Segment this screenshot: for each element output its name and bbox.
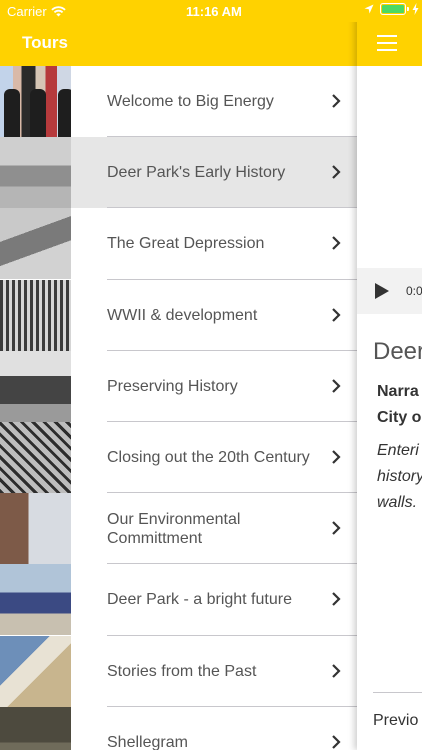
excerpt-line: Enteri bbox=[377, 442, 419, 459]
tour-item-preserving-history[interactable]: Preserving History bbox=[0, 350, 357, 422]
chevron-right-icon bbox=[332, 450, 341, 464]
tours-list: Welcome to Big Energy Deer Park's Early … bbox=[0, 66, 357, 750]
tour-thumbnail bbox=[0, 421, 71, 493]
tour-item-wwii[interactable]: WWII & development bbox=[0, 279, 357, 351]
wifi-icon bbox=[51, 6, 66, 17]
tour-item-label: The Great Depression bbox=[107, 235, 265, 253]
chevron-right-icon bbox=[332, 734, 341, 749]
tour-thumbnail bbox=[0, 635, 71, 707]
status-bar: Carrier 11:16 AM bbox=[0, 0, 422, 22]
side-menu: Tours Welcome to Big Energy Deer Park's … bbox=[0, 0, 357, 750]
chevron-right-icon bbox=[332, 378, 341, 393]
chevron-right-icon bbox=[332, 94, 341, 108]
status-right-group bbox=[364, 3, 419, 15]
chevron-right-icon bbox=[332, 307, 341, 322]
tour-item-label: Deer Park - a bright future bbox=[107, 591, 292, 609]
tour-item-bright-future[interactable]: Deer Park - a bright future bbox=[0, 564, 357, 636]
excerpt-line: history bbox=[377, 468, 422, 485]
tour-item-label: WWII & development bbox=[107, 306, 258, 324]
narrator-line: Narra bbox=[377, 383, 419, 400]
chevron-right-icon bbox=[332, 663, 341, 678]
tour-item-stories[interactable]: Stories from the Past bbox=[0, 635, 357, 707]
tour-thumbnail bbox=[0, 137, 71, 209]
narrator-text: Narra City o bbox=[377, 379, 421, 431]
chevron-right-icon bbox=[332, 521, 341, 535]
tour-item-early-history[interactable]: Deer Park's Early History bbox=[0, 137, 357, 209]
narrator-line: City o bbox=[377, 409, 422, 426]
tour-item-label: Our Environmental Committment bbox=[107, 510, 241, 547]
tour-thumbnail bbox=[0, 564, 71, 636]
article-title: Deer bbox=[373, 338, 422, 365]
battery-icon bbox=[380, 3, 409, 15]
menu-toggle-icon[interactable] bbox=[377, 35, 397, 51]
tour-item-shellegram[interactable]: Shellegram bbox=[0, 706, 357, 750]
tour-item-label: Deer Park's Early History bbox=[107, 164, 286, 182]
tour-item-label: Preserving History bbox=[107, 377, 238, 395]
tour-content-panel: 0:0 Deer Narra City o Enteri history wal… bbox=[357, 0, 422, 750]
carrier-label: Carrier bbox=[7, 4, 47, 19]
tour-item-20th-century[interactable]: Closing out the 20th Century bbox=[0, 421, 357, 494]
tour-thumbnail bbox=[0, 208, 71, 280]
audio-player: 0:0 bbox=[357, 268, 422, 314]
article-excerpt: Enteri history walls. bbox=[377, 438, 422, 516]
menu-header: Tours bbox=[0, 22, 357, 66]
previous-button[interactable]: Previo bbox=[373, 712, 418, 730]
status-time: 11:16 AM bbox=[186, 4, 242, 19]
tour-thumbnail bbox=[0, 706, 71, 750]
audio-elapsed-time: 0:0 bbox=[406, 284, 422, 298]
chevron-right-icon bbox=[332, 592, 341, 607]
tour-item-label: Welcome to Big Energy bbox=[107, 93, 274, 111]
content-divider bbox=[373, 692, 422, 693]
charging-bolt-icon bbox=[412, 3, 419, 15]
tour-thumbnail bbox=[0, 493, 71, 565]
tour-thumbnail bbox=[0, 279, 71, 351]
play-icon[interactable] bbox=[375, 283, 389, 299]
tour-item-great-depression[interactable]: The Great Depression bbox=[0, 208, 357, 280]
location-arrow-icon bbox=[364, 4, 374, 14]
carrier-indicator: Carrier bbox=[7, 4, 66, 19]
excerpt-line: walls. bbox=[377, 494, 418, 511]
content-header bbox=[357, 22, 422, 66]
tour-item-environmental[interactable]: Our Environmental Committment bbox=[0, 493, 357, 565]
menu-title: Tours bbox=[22, 33, 68, 52]
tour-item-label: Stories from the Past bbox=[107, 662, 257, 680]
tour-item-label: Closing out the 20th Century bbox=[107, 449, 310, 467]
tour-item-welcome[interactable]: Welcome to Big Energy bbox=[0, 66, 357, 138]
chevron-right-icon bbox=[332, 165, 341, 179]
tour-thumbnail bbox=[0, 66, 71, 137]
chevron-right-icon bbox=[332, 236, 341, 251]
tour-thumbnail bbox=[0, 350, 71, 422]
tour-item-label: Shellegram bbox=[107, 733, 188, 750]
